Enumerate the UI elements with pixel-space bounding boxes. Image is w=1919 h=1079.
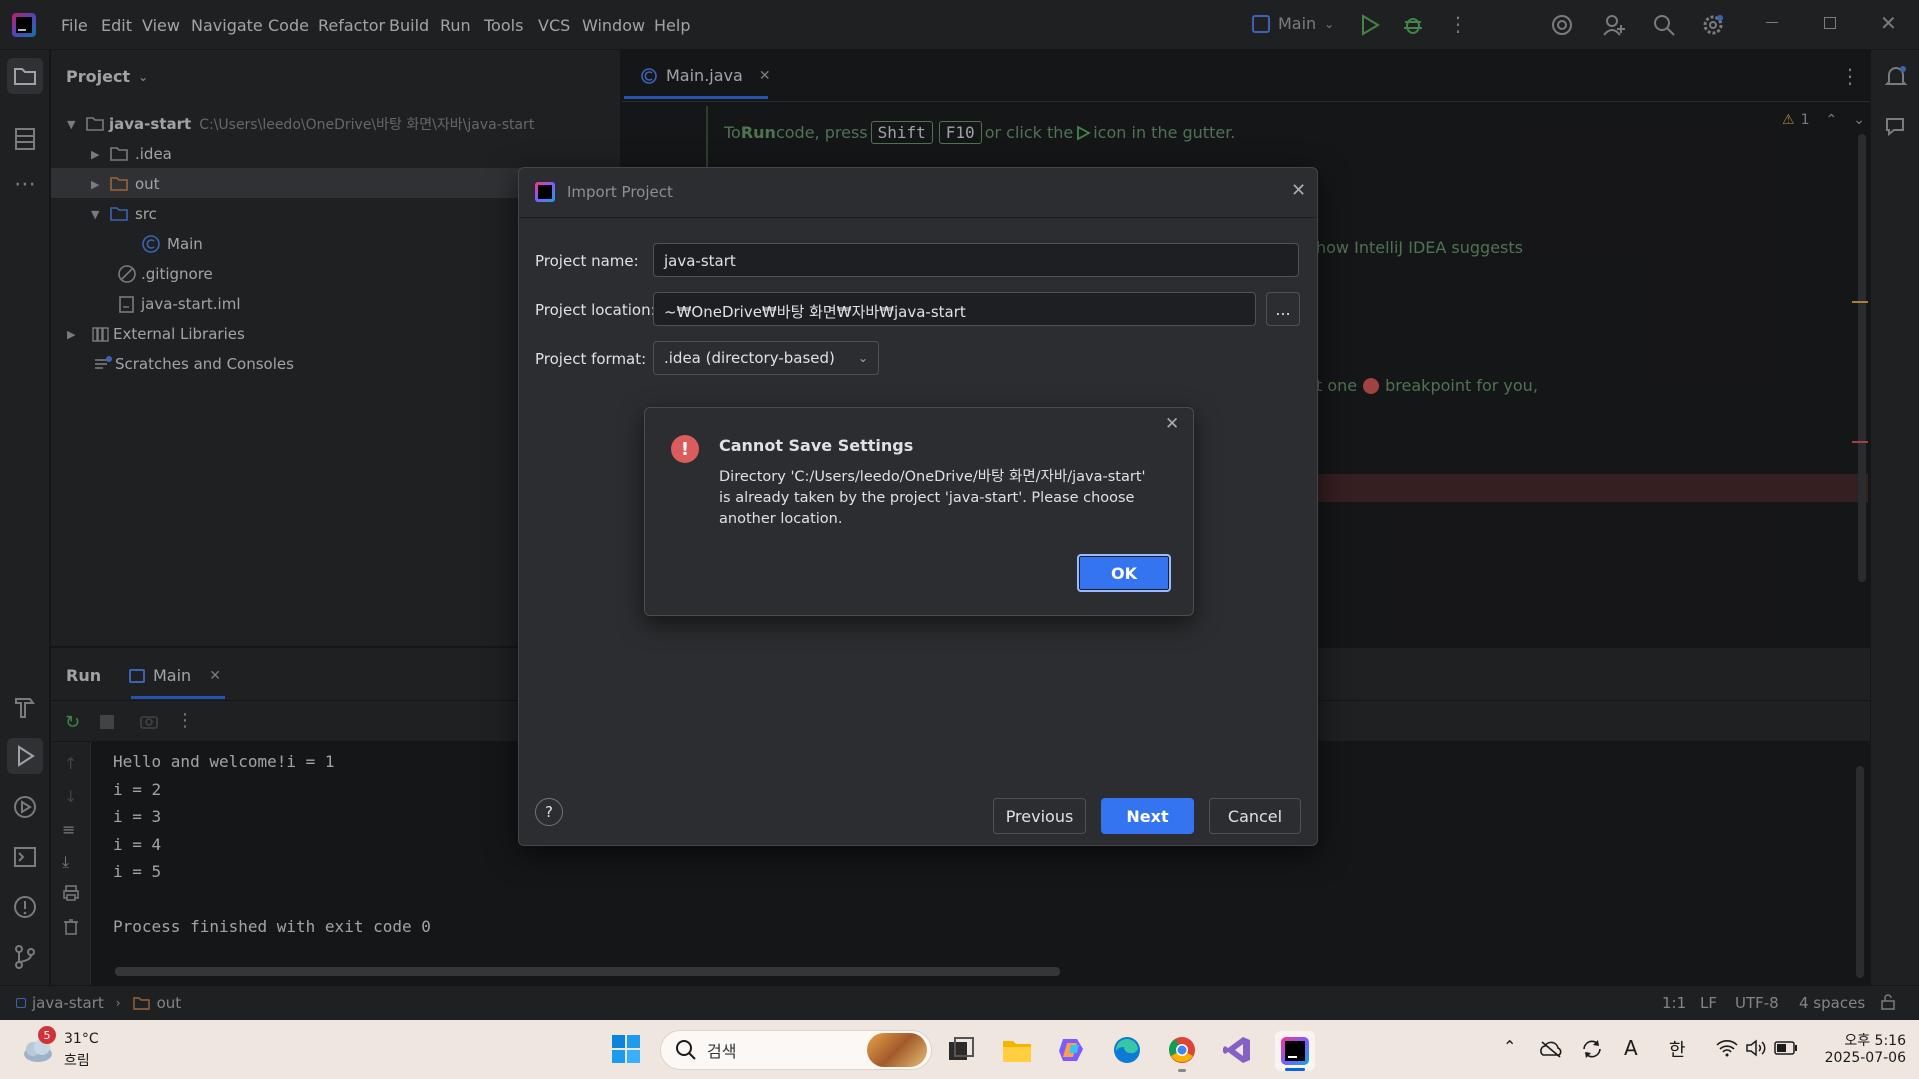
project-name-label: Project name: [535, 252, 639, 270]
alert-message: Directory 'C:/Users/leedo/OneDrive/바탕 화면… [719, 469, 1146, 527]
project-location-input[interactable]: ~₩OneDrive₩바탕 화면₩자바₩java-start [653, 292, 1256, 326]
help-button[interactable]: ? [535, 798, 563, 826]
running-indicator [1178, 1069, 1186, 1072]
intellij-taskbar-button[interactable] [1275, 1031, 1315, 1071]
ime-mode-a[interactable]: A [1624, 1036, 1638, 1060]
cancel-button[interactable]: Cancel [1209, 798, 1301, 834]
weather-desc[interactable]: 흐림 [64, 1050, 90, 1070]
copilot-icon[interactable] [1057, 1035, 1087, 1065]
show-hidden-icons-chevron[interactable]: ⌃ [1503, 1037, 1516, 1056]
browse-button[interactable]: ... [1266, 292, 1300, 326]
dialog-title-bar: Import Project [535, 182, 673, 202]
error-icon: ! [671, 435, 699, 463]
close-dialog-icon[interactable]: ✕ [1291, 180, 1306, 201]
file-explorer-icon[interactable] [1001, 1036, 1033, 1064]
battery-icon[interactable] [1774, 1041, 1798, 1055]
volume-icon[interactable] [1745, 1039, 1767, 1057]
previous-button[interactable]: Previous [993, 798, 1086, 834]
onedrive-icon[interactable] [1539, 1039, 1563, 1059]
search-icon [676, 1040, 696, 1060]
clock-time[interactable]: 오후 5:16 [1810, 1030, 1906, 1050]
active-app-indicator [1285, 1068, 1305, 1071]
close-dialog-icon[interactable]: ✕ [1165, 414, 1179, 434]
task-view-icon[interactable] [947, 1036, 975, 1064]
search-highlight-image [867, 1033, 927, 1067]
wifi-icon[interactable] [1716, 1039, 1738, 1057]
project-format-select[interactable]: .idea (directory-based) ⌄ [653, 341, 879, 375]
project-name-input[interactable]: java-start [653, 243, 1299, 277]
windows-taskbar: 5 31°C 흐림 검색 ⌃ A 한 오후 5:16 2025-07-06 [0, 1020, 1919, 1079]
ime-mode-han[interactable]: 한 [1669, 1036, 1686, 1062]
edge-browser-icon[interactable] [1112, 1035, 1142, 1065]
chrome-browser-icon[interactable] [1167, 1035, 1197, 1072]
visual-studio-icon[interactable] [1222, 1035, 1252, 1065]
weather-temp[interactable]: 31°C [64, 1031, 99, 1047]
weather-badge: 5 [38, 1026, 56, 1044]
intellij-logo-icon [535, 182, 555, 202]
next-button[interactable]: Next [1101, 798, 1194, 834]
ok-button[interactable]: OK [1077, 554, 1171, 592]
clock-date[interactable]: 2025-07-06 [1810, 1050, 1906, 1066]
search-placeholder: 검색 [707, 1042, 737, 1061]
project-location-label: Project location: [535, 301, 656, 319]
taskbar-search[interactable]: 검색 [660, 1030, 932, 1070]
sync-icon[interactable] [1580, 1037, 1604, 1061]
project-format-value: .idea (directory-based) [664, 349, 835, 367]
project-format-label: Project format: [535, 350, 647, 368]
cannot-save-settings-dialog: ✕ ! Cannot Save Settings Directory 'C:/U… [644, 407, 1194, 616]
windows-start-icon[interactable] [611, 1034, 641, 1064]
alert-title: Cannot Save Settings [719, 436, 914, 455]
divider [519, 217, 1317, 218]
dialog-title: Import Project [567, 183, 673, 201]
chevron-down-icon: ⌄ [857, 351, 868, 365]
weather-widget[interactable]: 5 [18, 1026, 58, 1068]
